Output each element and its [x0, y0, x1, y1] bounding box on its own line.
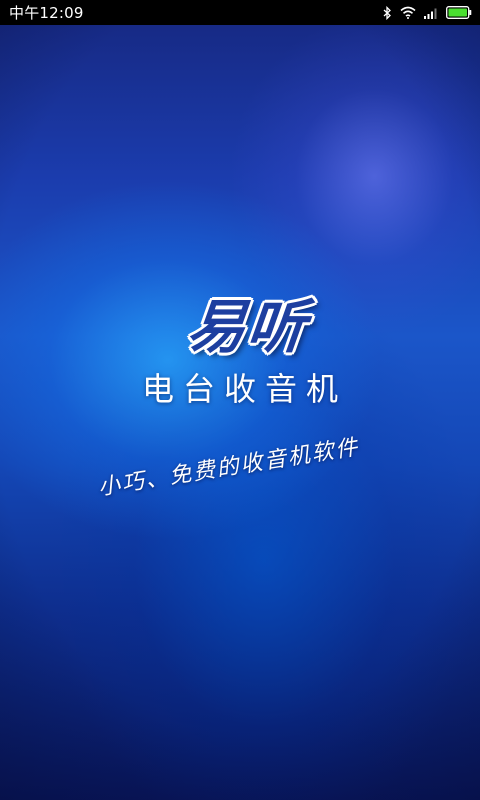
app-logo-text: 易听 [183, 293, 312, 361]
wifi-icon [400, 6, 416, 19]
splash-screen: 中午12:09 易听 电台收音机 小巧、免费的收音机软件 [0, 0, 480, 800]
signal-icon [424, 7, 438, 19]
app-logo: 易听 [168, 282, 328, 362]
battery-icon [446, 6, 472, 19]
status-icons [383, 5, 472, 20]
app-subtitle: 电台收音机 [141, 370, 347, 408]
bluetooth-icon [383, 5, 392, 20]
status-time: 中午12:09 [9, 4, 84, 22]
status-bar: 中午12:09 [0, 0, 480, 25]
